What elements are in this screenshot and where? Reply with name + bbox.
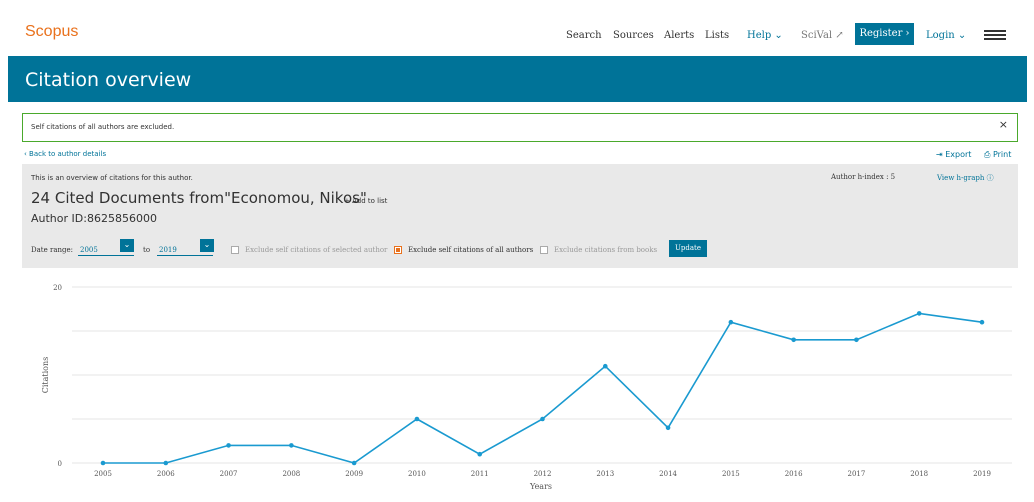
update-button[interactable]: Update [669, 240, 707, 257]
exclude-all-authors-checkbox[interactable] [394, 246, 402, 254]
scopus-logo[interactable]: Scopus [25, 23, 78, 41]
data-point [979, 319, 985, 325]
x-tick-label: 2011 [471, 470, 489, 478]
documents-heading: 24 Cited Documents from"Economou, Nikos" [31, 189, 367, 207]
data-point [540, 416, 545, 422]
page-banner: Citation overview [8, 56, 1027, 102]
add-to-list-link[interactable]: + Add to list [344, 197, 387, 205]
exclude-books-label: Exclude citations from books [554, 246, 658, 254]
notice-box: Self citations of all authors are exclud… [22, 113, 1018, 142]
data-point [477, 451, 483, 457]
nav-lists[interactable]: Lists [705, 30, 729, 41]
chevron-down-icon[interactable]: ⌄ [120, 239, 134, 252]
from-year-select[interactable]: 2005 [80, 246, 98, 254]
notice-text: Self citations of all authors are exclud… [31, 123, 175, 131]
view-hgraph-link[interactable]: View h-graph ⓘ [937, 173, 994, 183]
y-tick-label: 0 [58, 460, 62, 468]
x-tick-label: 2006 [157, 470, 175, 478]
x-tick-label: 2015 [722, 470, 740, 478]
x-tick-label: 2007 [220, 470, 238, 478]
to-year-select[interactable]: 2019 [159, 246, 177, 254]
data-point [414, 416, 420, 422]
overview-text: This is an overview of citations for thi… [31, 174, 193, 182]
export-link[interactable]: ⇥ Export [936, 150, 971, 159]
x-tick-label: 2009 [345, 470, 363, 478]
back-to-author-link[interactable]: ‹ Back to author details [24, 150, 106, 158]
print-link[interactable]: ⎙ Print [984, 150, 1011, 160]
nav-login[interactable]: Login ⌄ [926, 30, 966, 41]
x-tick-label: 2018 [910, 470, 928, 478]
x-tick-label: 2013 [596, 470, 614, 478]
close-icon[interactable]: × [999, 118, 1008, 131]
author-id: Author ID:8625856000 [31, 212, 157, 225]
x-tick-label: 2012 [534, 470, 552, 478]
x-tick-label: 2016 [785, 470, 803, 478]
exclude-self-author-label: Exclude self citations of selected autho… [245, 246, 388, 254]
data-point [351, 460, 357, 466]
exclude-books-checkbox[interactable] [540, 246, 548, 254]
from-year-underline [78, 255, 134, 256]
data-point [163, 460, 169, 466]
register-button[interactable]: Register › [855, 23, 914, 45]
x-tick-label: 2017 [848, 470, 866, 478]
top-navigation: Scopus Search Sources Alerts Lists Help … [0, 0, 1034, 56]
to-year-underline [157, 255, 213, 256]
h-index-text: Author h-index : 5 [831, 173, 896, 181]
menu-icon[interactable] [984, 30, 1006, 40]
nav-scival[interactable]: SciVal ↗ [801, 30, 844, 41]
data-point [226, 443, 231, 448]
series-line [103, 312, 983, 464]
data-point [916, 311, 922, 316]
y-tick-label: 20 [53, 284, 62, 292]
x-axis-label: Years [529, 482, 552, 491]
x-tick-label: 2010 [408, 470, 426, 478]
exclude-self-author-checkbox[interactable] [231, 246, 239, 254]
data-point [791, 337, 796, 343]
chevron-down-icon[interactable]: ⌄ [200, 239, 214, 252]
nav-alerts[interactable]: Alerts [664, 30, 694, 41]
citation-panel: This is an overview of citations for thi… [22, 164, 1018, 268]
data-point [602, 363, 608, 369]
nav-search[interactable]: Search [566, 30, 602, 41]
data-point [289, 443, 294, 448]
data-point [854, 337, 859, 343]
x-tick-label: 2008 [282, 470, 300, 478]
data-point [100, 460, 106, 466]
to-label: to [143, 246, 151, 254]
exclude-all-authors-label: Exclude self citations of all authors [408, 246, 534, 254]
x-tick-label: 2005 [94, 470, 112, 478]
x-tick-label: 2014 [659, 470, 677, 478]
data-point [665, 425, 671, 431]
x-tick-label: 2019 [973, 470, 991, 478]
data-point [728, 319, 734, 325]
nav-help[interactable]: Help ⌄ [747, 30, 783, 41]
date-range-label: Date range: [31, 246, 73, 254]
page-title: Citation overview [25, 69, 192, 91]
y-axis-label: Citations [41, 357, 50, 394]
citations-line-chart: 0 20 Citations 2005 2006 2007 2008 2009 2010 2011… [41, 284, 1012, 491]
citations-chart: 0 20 Citations 2005 2006 2007 2008 2009 2010 2011… [0, 270, 1034, 502]
nav-sources[interactable]: Sources [613, 30, 654, 41]
